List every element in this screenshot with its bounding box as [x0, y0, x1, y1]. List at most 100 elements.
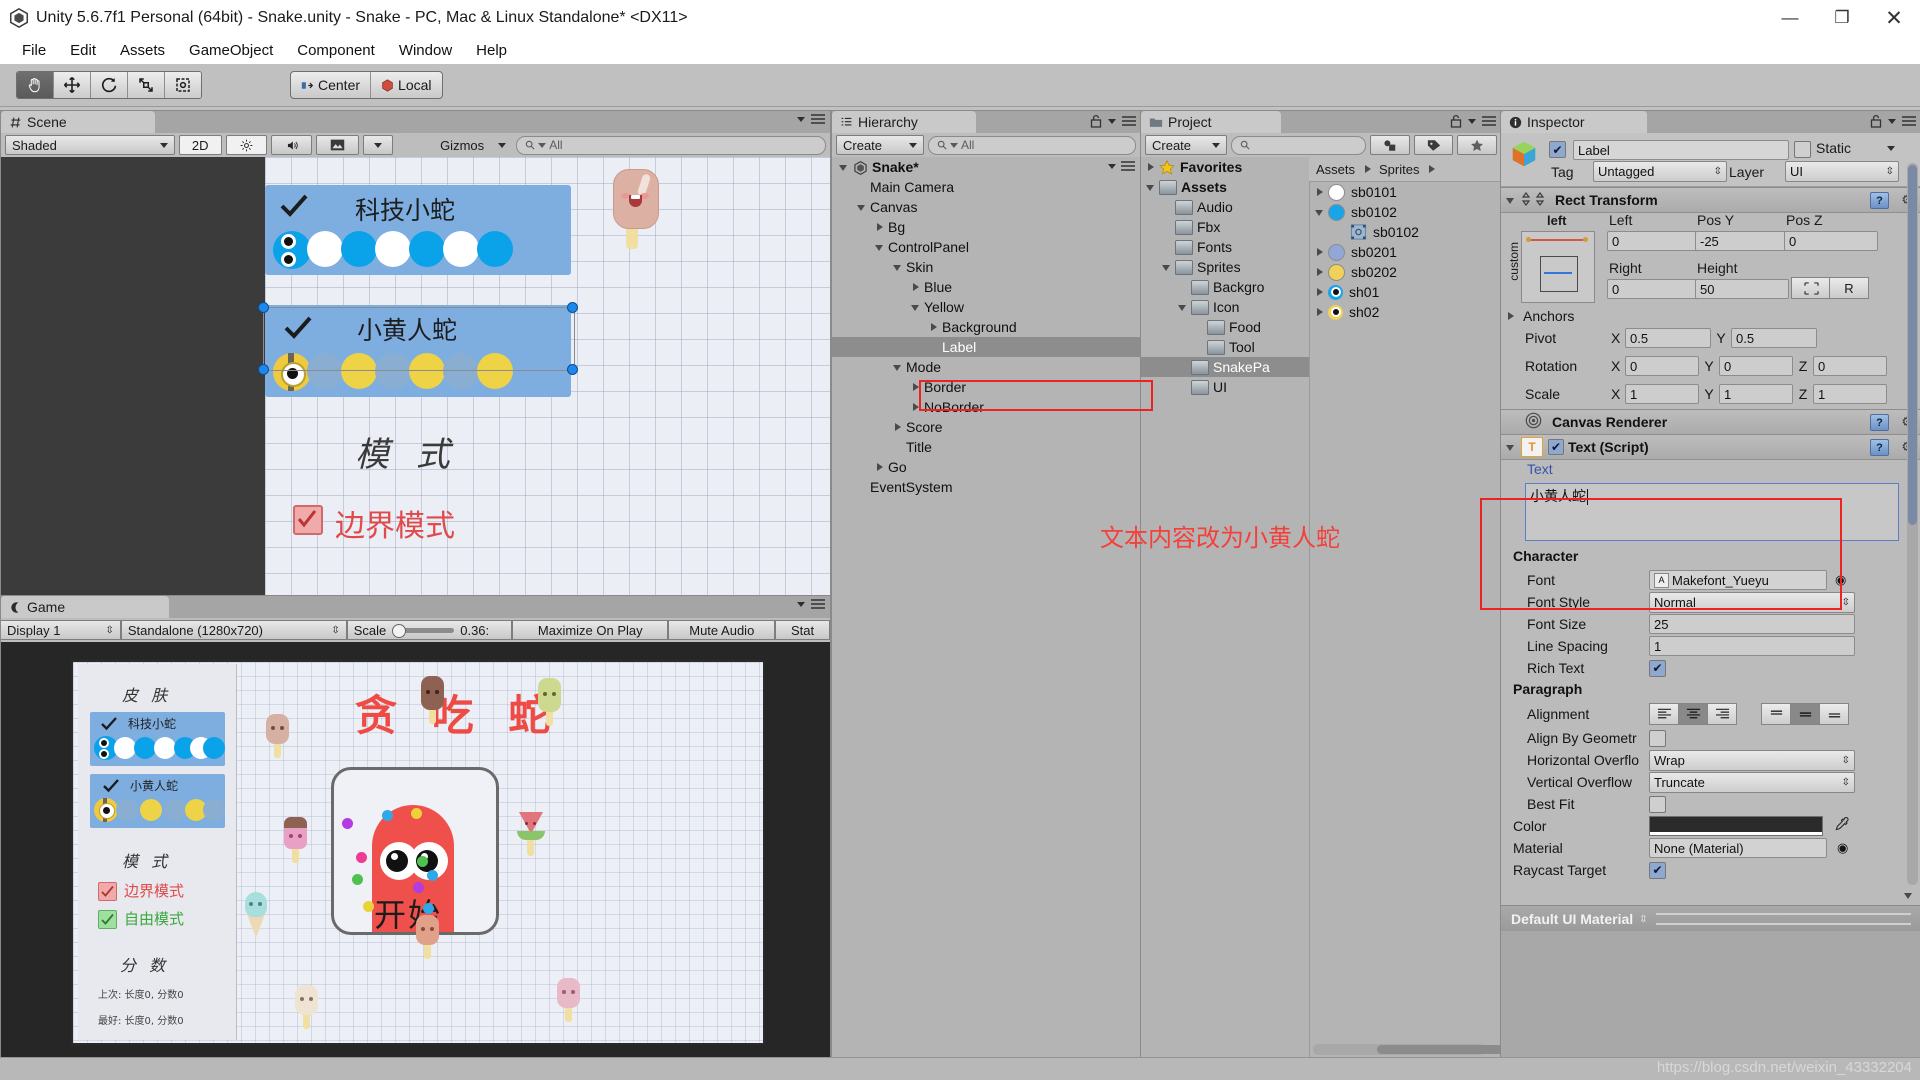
font-size-field[interactable]: 25	[1649, 614, 1855, 634]
collapse-arrow-icon[interactable]	[1505, 441, 1517, 453]
align-right-button[interactable]	[1708, 703, 1737, 725]
object-picker-icon[interactable]: ◉	[1835, 572, 1846, 588]
chevron-down-icon[interactable]	[1145, 181, 1157, 193]
object-picker-icon[interactable]: ◉	[1837, 840, 1848, 856]
project-asset-sh02[interactable]: sh02	[1309, 302, 1501, 322]
chevron-right-icon[interactable]	[910, 401, 922, 413]
canvas-renderer-header[interactable]: Canvas Renderer ? ⚙	[1501, 409, 1920, 435]
scene-audio-toggle[interactable]	[271, 135, 313, 155]
rotation-y-field[interactable]: 0	[1719, 356, 1793, 376]
game-mode2-checkbox[interactable]	[98, 910, 117, 929]
collapse-arrow-icon[interactable]	[1505, 194, 1517, 206]
anchor-preset-widget[interactable]	[1521, 231, 1595, 303]
menu-gameobject[interactable]: GameObject	[177, 40, 285, 61]
menu-edit[interactable]: Edit	[58, 40, 108, 61]
game-viewport[interactable]: 皮 肤 科技小蛇 小黄人蛇 模 式 边界模式 自由模式 分 数 上次: 长度0,…	[1, 642, 830, 1059]
hand-tool-icon[interactable]	[17, 72, 54, 98]
hierarchy-item-border[interactable]: Border	[832, 377, 1141, 397]
chevron-down-icon[interactable]	[1887, 146, 1895, 151]
best-fit-checkbox[interactable]	[1649, 795, 1666, 813]
hierarchy-item-maincamera[interactable]: Main Camera	[832, 177, 1141, 197]
tab-project[interactable]: Project	[1141, 111, 1281, 133]
project-asset-sb0101[interactable]: sb0101	[1309, 182, 1501, 202]
scene-viewport[interactable]: 科技小蛇 小黄人蛇 模 式 边界模式	[1, 157, 830, 596]
project-folder-fonts[interactable]: Fonts	[1141, 237, 1309, 257]
font-field[interactable]: A Makefont_Yueyu	[1649, 570, 1827, 590]
hierarchy-item-mode[interactable]: Mode	[832, 357, 1141, 377]
chevron-right-icon[interactable]	[1145, 161, 1157, 173]
pivot-rotation-button[interactable]: Local	[371, 72, 441, 98]
project-folder-backgro[interactable]: Backgro	[1141, 277, 1309, 297]
rect-field-left[interactable]: 0	[1607, 231, 1701, 251]
chevron-down-icon[interactable]	[910, 301, 922, 313]
game-skin-card-yellow[interactable]: 小黄人蛇	[90, 774, 225, 828]
horizontal-overflow-dropdown[interactable]: Wrap ⇳	[1649, 749, 1855, 771]
hierarchy-search-input[interactable]: All	[928, 135, 1136, 155]
move-tool-icon[interactable]	[54, 72, 91, 98]
default-ui-material-bar[interactable]: Default UI Material ⇳	[1501, 905, 1920, 932]
game-mode1-checkbox[interactable]	[98, 882, 117, 901]
rect-transform-header[interactable]: Rect Transform ? ⚙	[1501, 187, 1920, 213]
tab-scene[interactable]: Scene	[1, 111, 155, 133]
text-value-textarea[interactable]: 小黄人蛇	[1525, 483, 1899, 541]
help-icon[interactable]: ?	[1870, 439, 1889, 456]
hierarchy-item-skin[interactable]: Skin	[832, 257, 1141, 277]
hierarchy-item-title[interactable]: Title	[832, 437, 1141, 457]
menu-file[interactable]: File	[10, 40, 58, 61]
rotation-x-field[interactable]: 0	[1625, 356, 1699, 376]
scale-tool-icon[interactable]	[128, 72, 165, 98]
filter-by-label-button[interactable]	[1413, 135, 1454, 155]
game-resolution-dropdown[interactable]: Standalone (1280x720) ⇳	[120, 620, 347, 640]
scale-x-field[interactable]: 1	[1625, 384, 1699, 404]
chevron-right-icon[interactable]	[910, 381, 922, 393]
raycast-target-checkbox[interactable]	[1649, 861, 1666, 879]
scene-lighting-toggle[interactable]	[225, 135, 268, 155]
project-asset-sh01[interactable]: sh01	[1309, 282, 1501, 302]
selection-handle-br[interactable]	[567, 364, 578, 375]
help-icon[interactable]: ?	[1870, 414, 1889, 431]
pivot-x-field[interactable]: 0.5	[1625, 328, 1711, 348]
hierarchy-item-canvas[interactable]: Canvas	[832, 197, 1141, 217]
scene-search-input[interactable]: All	[516, 135, 826, 155]
scroll-down-arrow-icon[interactable]	[1903, 889, 1915, 901]
maximize-button[interactable]: ❐	[1816, 0, 1868, 36]
hierarchy-create-button[interactable]: Create	[836, 135, 924, 155]
filter-by-type-button[interactable]	[1370, 135, 1410, 155]
chevron-right-icon[interactable]	[1314, 246, 1326, 258]
selection-handle-tl[interactable]	[258, 302, 269, 313]
game-scale-slider[interactable]: Scale 0.36:	[346, 620, 513, 640]
inspector-tab-menu[interactable]	[1870, 114, 1916, 128]
chevron-right-icon[interactable]	[1314, 306, 1326, 318]
scene-fx-dropdown[interactable]	[363, 135, 393, 155]
eyedropper-icon[interactable]	[1833, 816, 1850, 836]
hierarchy-item-score[interactable]: Score	[832, 417, 1141, 437]
chevron-right-icon[interactable]	[1314, 266, 1326, 278]
stats-toggle[interactable]: Stat	[775, 620, 831, 640]
hierarchy-tree[interactable]: Snake* Main Camera Canvas Bg ControlPanel Ski…	[832, 157, 1141, 1059]
scene-mode-checkbox[interactable]	[293, 505, 323, 535]
shading-mode-dropdown[interactable]: Shaded	[5, 135, 175, 155]
layer-dropdown[interactable]: UI ⇳	[1785, 161, 1899, 182]
hierarchy-item-yellow[interactable]: Yellow	[832, 297, 1141, 317]
hierarchy-item-blue[interactable]: Blue	[832, 277, 1141, 297]
scale-y-field[interactable]: 1	[1719, 384, 1793, 404]
chevron-down-icon[interactable]	[838, 161, 850, 173]
inspector-scrollbar[interactable]	[1907, 163, 1918, 885]
rect-field-posz[interactable]: 0	[1784, 231, 1878, 251]
menu-component[interactable]: Component	[285, 40, 387, 61]
object-enabled-checkbox[interactable]	[1549, 141, 1566, 158]
scene-row-menu[interactable]	[1108, 161, 1135, 172]
project-asset-sb0102[interactable]: sb0102	[1309, 202, 1501, 222]
maximize-on-play-toggle[interactable]: Maximize On Play	[512, 620, 669, 640]
hierarchy-item-controlpanel[interactable]: ControlPanel	[832, 237, 1141, 257]
chevron-down-icon[interactable]	[892, 261, 904, 273]
chevron-right-icon[interactable]	[928, 321, 940, 333]
game-display-dropdown[interactable]: Display 1 ⇳	[1, 620, 121, 640]
project-create-button[interactable]: Create	[1145, 135, 1227, 155]
chevron-down-icon[interactable]	[874, 241, 886, 253]
hierarchy-item-noborder[interactable]: NoBorder	[832, 397, 1141, 417]
chevron-down-icon[interactable]	[1177, 301, 1189, 313]
hierarchy-item-background[interactable]: Background	[832, 317, 1141, 337]
chevron-down-icon[interactable]	[892, 361, 904, 373]
material-field[interactable]: None (Material)	[1649, 838, 1827, 858]
